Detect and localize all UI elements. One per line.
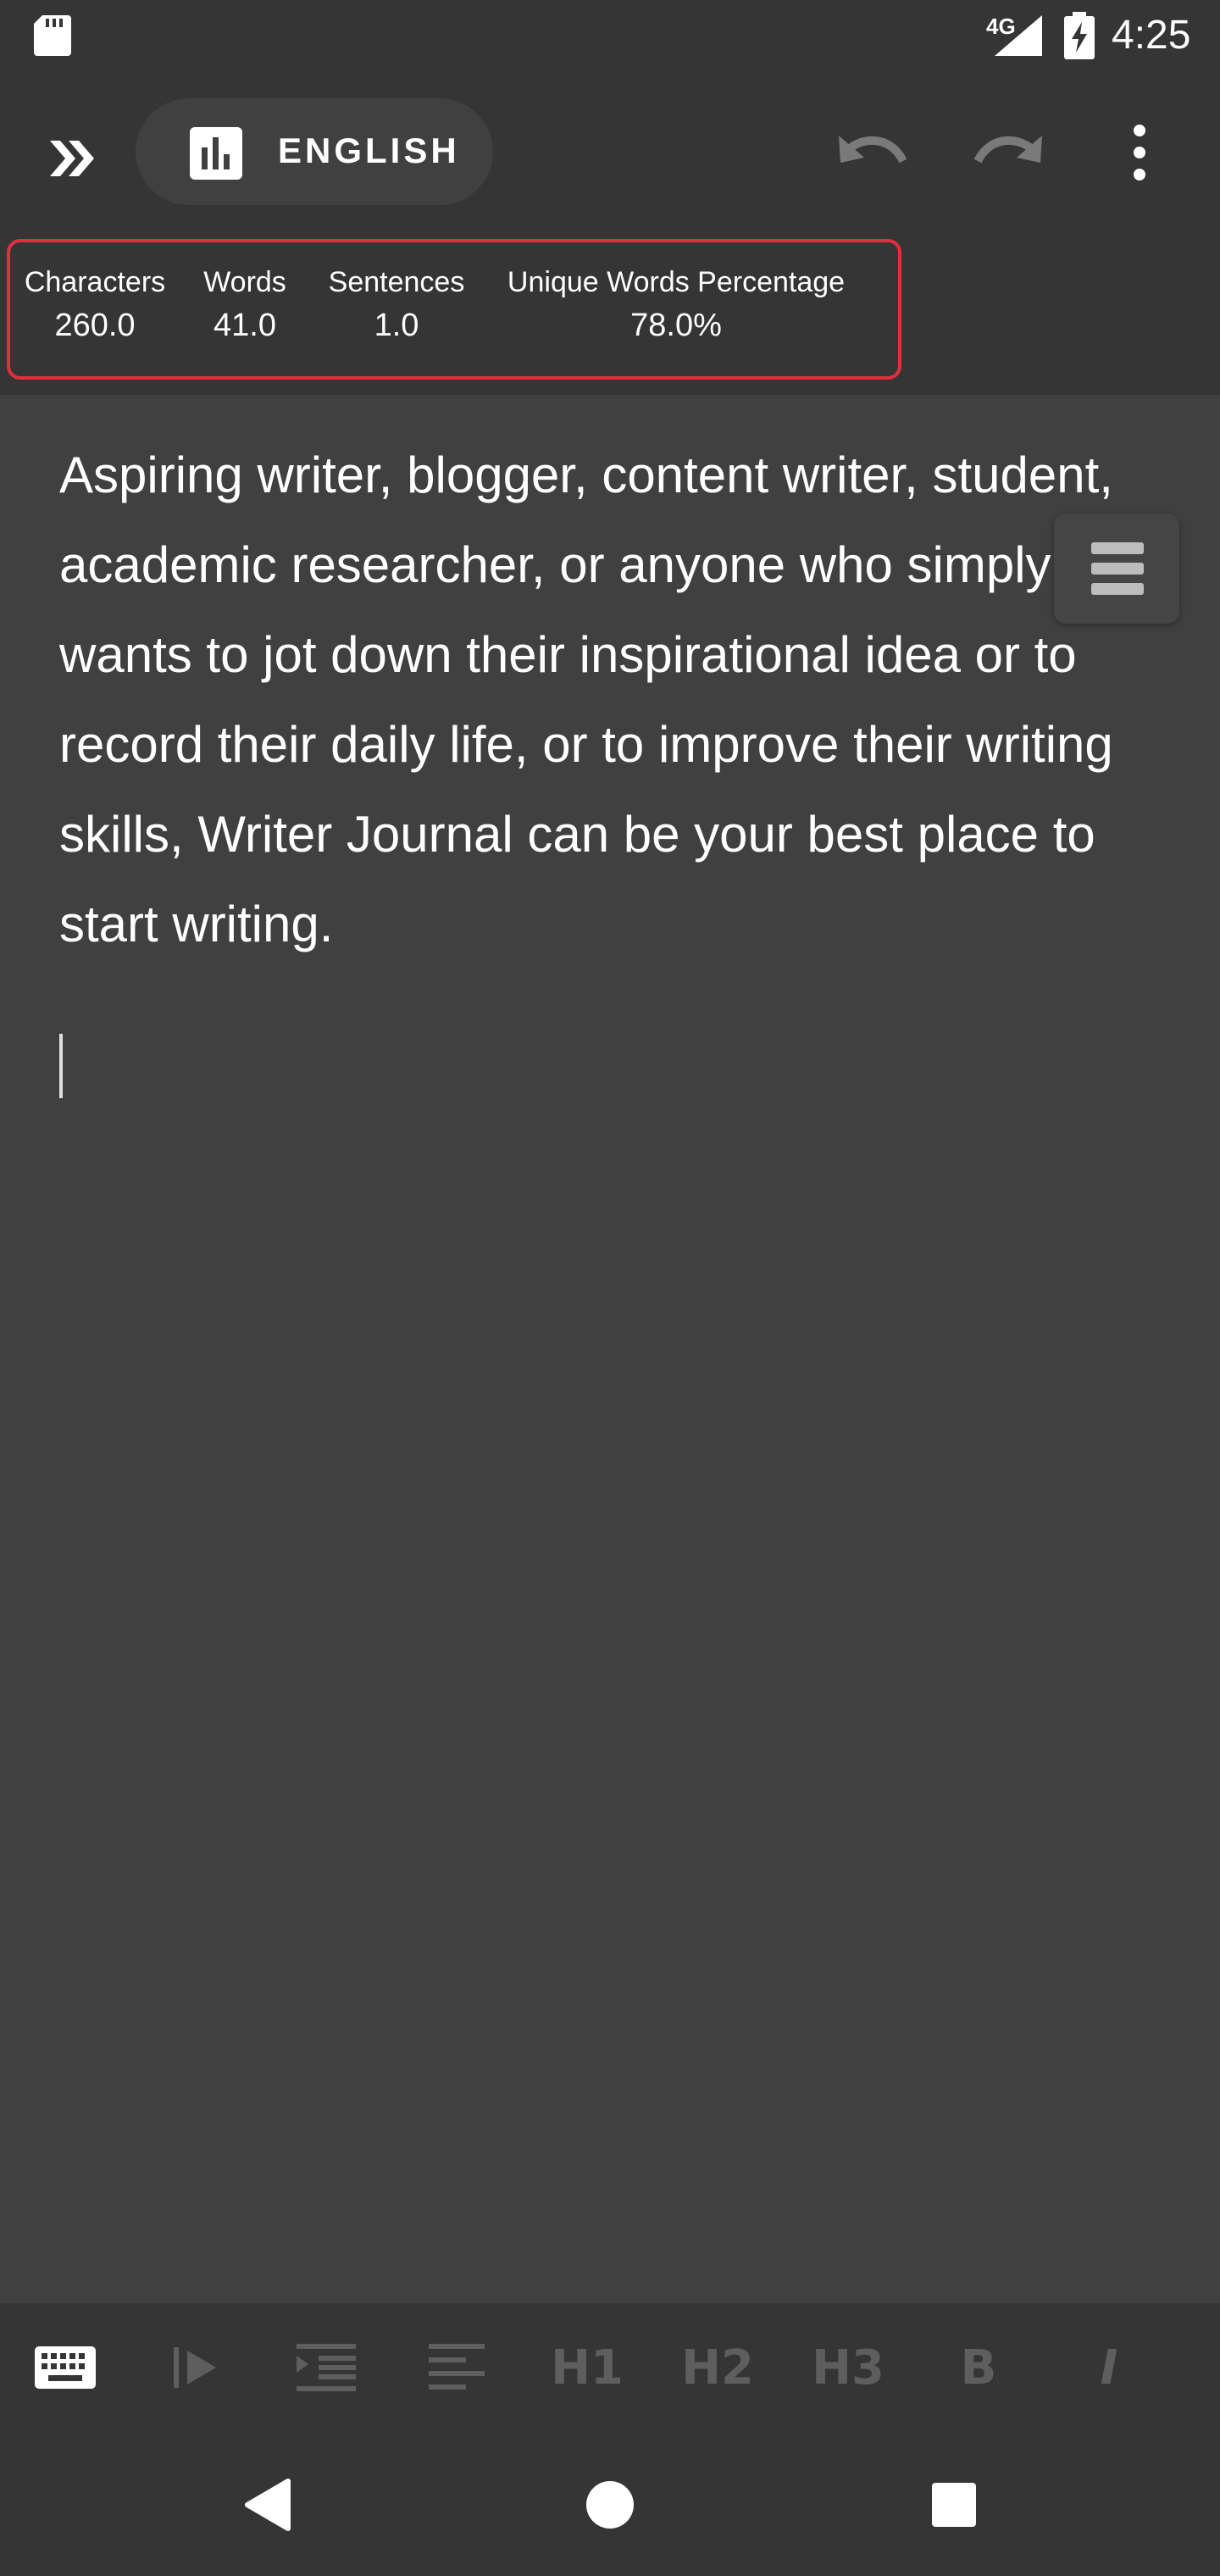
indent-button[interactable] (288, 2334, 364, 2401)
battery-charging-icon (1064, 12, 1095, 59)
align-left-icon (429, 2344, 485, 2390)
indent-icon (297, 2344, 356, 2391)
back-icon[interactable] (242, 2478, 291, 2532)
heading-2-label: H2 (681, 2340, 754, 2396)
stat-label: Characters (24, 266, 166, 298)
stat-label: Unique Words Percentage (507, 266, 846, 298)
bold-label: B (960, 2340, 997, 2396)
stat-value: 41.0 (214, 308, 276, 343)
stat-label: Words (203, 266, 286, 298)
stat-label: Sentences (328, 266, 465, 298)
text-cursor (59, 1034, 63, 1098)
stat-words: Words 41.0 (190, 266, 300, 344)
language-selector[interactable]: ENGLISH (136, 98, 493, 205)
sd-card-icon (34, 15, 71, 56)
heading-2-button[interactable]: H2 (679, 2334, 756, 2401)
heading-3-label: H3 (812, 2340, 884, 2396)
align-left-button[interactable] (419, 2334, 495, 2401)
editor-area[interactable]: Aspiring writer, blogger, content writer… (0, 395, 1220, 2303)
italic-label: I (1100, 2340, 1118, 2396)
play-indent-button[interactable] (158, 2334, 234, 2401)
editor-paragraph[interactable]: Aspiring writer, blogger, content writer… (59, 430, 1178, 969)
format-toolbar: H1 H2 H3 B I (0, 2303, 1220, 2434)
italic-button[interactable]: I (1071, 2334, 1147, 2401)
status-bar: 4G 4:25 (0, 0, 1220, 73)
keyboard-icon (35, 2346, 96, 2389)
stat-characters: Characters 260.0 (19, 266, 171, 344)
play-indent-icon (174, 2347, 216, 2388)
bar-chart-icon (190, 127, 242, 180)
stat-value: 78.0% (630, 308, 722, 343)
heading-3-button[interactable]: H3 (810, 2334, 886, 2401)
outline-menu-icon (1091, 542, 1144, 595)
stat-value: 1.0 (374, 308, 419, 343)
undo-icon[interactable] (830, 119, 915, 186)
home-icon[interactable] (585, 2479, 635, 2530)
stat-unique-words-percentage: Unique Words Percentage 78.0% (495, 266, 857, 344)
stat-value: 260.0 (54, 308, 136, 343)
language-label: ENGLISH (278, 130, 460, 170)
outline-menu-button[interactable] (1054, 514, 1179, 624)
redo-icon[interactable] (966, 119, 1051, 186)
heading-1-label: H1 (551, 2340, 624, 2396)
bold-button[interactable]: B (940, 2334, 1017, 2401)
heading-1-button[interactable]: H1 (549, 2334, 625, 2401)
stat-sentences: Sentences 1.0 (319, 266, 474, 344)
navigation-bar (0, 2434, 1220, 2576)
double-chevron-right-icon (50, 141, 94, 176)
more-vert-icon[interactable] (1118, 119, 1161, 186)
clock: 4:25 (1112, 13, 1191, 58)
text-statistics-panel: Characters 260.0 Words 41.0 Sentences 1.… (7, 239, 901, 380)
app-toolbar: ENGLISH (0, 73, 1220, 237)
recents-icon[interactable] (930, 2481, 978, 2529)
signal-icon (995, 15, 1042, 56)
expand-sidebar-button[interactable] (41, 127, 103, 190)
keyboard-button[interactable] (27, 2334, 103, 2401)
